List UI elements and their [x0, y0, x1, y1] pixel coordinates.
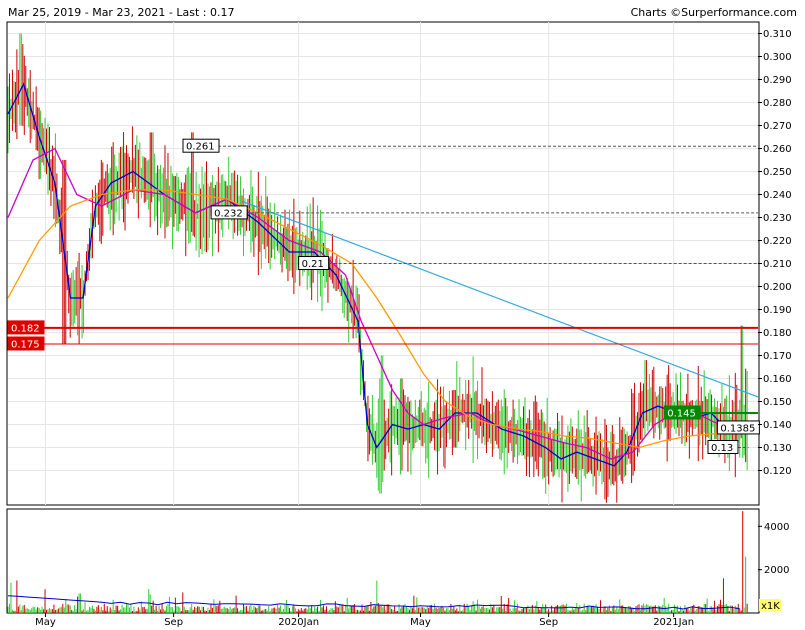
level-label: 0.21 [302, 259, 324, 270]
y-tick-label: 0.130 [763, 443, 792, 454]
vol-tick-label: 4000 [764, 522, 789, 533]
level-label: 0.1385 [720, 423, 755, 434]
level-label: 0.182 [11, 323, 40, 334]
y-tick-label: 0.290 [763, 75, 792, 86]
y-tick-label: 0.120 [763, 466, 792, 477]
level-label: 0.232 [214, 208, 243, 219]
y-tick-label: 0.250 [763, 167, 792, 178]
stock-chart: Mar 25, 2019 - Mar 23, 2021 - Last : 0.1… [6, 6, 797, 628]
y-tick-label: 0.240 [763, 190, 792, 201]
y-tick-label: 0.150 [763, 397, 792, 408]
level-label: 0.13 [711, 443, 733, 454]
x-tick-label: May [410, 617, 431, 628]
y-tick-label: 0.260 [763, 144, 792, 155]
y-tick-label: 0.190 [763, 305, 792, 316]
y-tick-label: 0.200 [763, 282, 792, 293]
y-tick-label: 0.160 [763, 374, 792, 385]
y-tick-label: 0.140 [763, 420, 792, 431]
x-tick-label: 2020Jan [278, 617, 319, 628]
chart-credit: Charts ©Surperformance.com [631, 6, 797, 19]
level-label: 0.145 [667, 409, 696, 420]
x-tick-label: 2021Jan [653, 617, 694, 628]
volume-panel: 4000 2000 x1K [6, 508, 789, 614]
x-tick-label: Sep [164, 617, 183, 628]
date-range-title: Mar 25, 2019 - Mar 23, 2021 - Last : 0.1… [8, 6, 235, 19]
y-tick-label: 0.310 [763, 29, 792, 40]
level-label: 0.261 [186, 142, 215, 153]
vol-unit-label: x1K [761, 601, 780, 612]
y-tick-label: 0.180 [763, 328, 792, 339]
level-label: 0.175 [11, 340, 40, 351]
y-tick-label: 0.170 [763, 351, 792, 362]
y-tick-label: 0.280 [763, 98, 792, 109]
x-tick-label: May [35, 617, 56, 628]
y-tick-label: 0.270 [763, 121, 792, 132]
y-tick-label: 0.300 [763, 52, 792, 63]
x-axis: May Sep 2020Jan May Sep 2021Jan [35, 613, 694, 628]
y-tick-label: 0.210 [763, 259, 792, 270]
y-tick-label: 0.230 [763, 213, 792, 224]
y-tick-label: 0.220 [763, 236, 792, 247]
vol-tick-label: 2000 [764, 565, 789, 576]
x-tick-label: Sep [539, 617, 558, 628]
